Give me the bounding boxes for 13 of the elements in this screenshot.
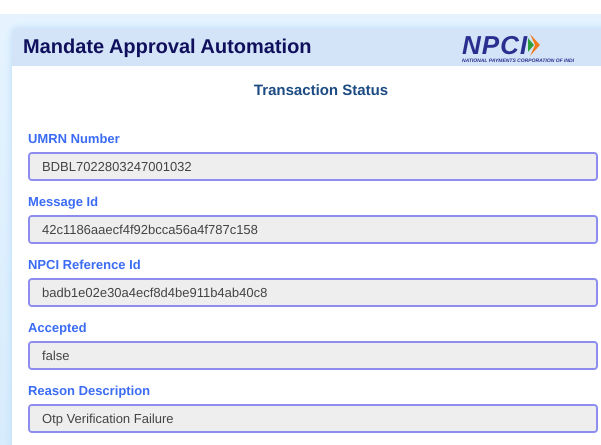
field-label: NPCI Reference Id bbox=[28, 256, 141, 272]
arrow-mark-icon bbox=[528, 34, 542, 56]
field-label: Reason Description bbox=[28, 382, 150, 398]
input-field[interactable]: badb1e02e30a4ecf8d4be911b4ab40c8 bbox=[28, 278, 598, 306]
field-label: Message Id bbox=[28, 194, 98, 210]
input-field[interactable]: BDBL7022803247001032 bbox=[28, 152, 598, 180]
input-field[interactable]: false bbox=[28, 340, 598, 370]
field-label: UMRN Number bbox=[28, 130, 120, 146]
section-heading: Transaction Status bbox=[252, 81, 390, 101]
field-label: Accepted bbox=[28, 320, 87, 336]
input-field[interactable]: Otp Verification Failure bbox=[28, 404, 598, 432]
app-title: Mandate Approval Automation bbox=[23, 35, 312, 60]
input-field[interactable]: 42c1186aaecf4f92bcca56a4f787c158 bbox=[28, 214, 598, 244]
